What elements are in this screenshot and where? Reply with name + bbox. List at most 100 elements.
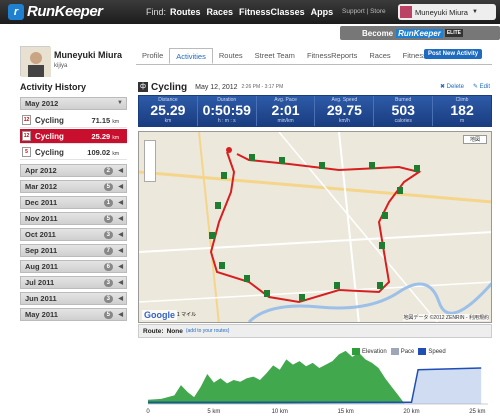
x-tick-label: 20 km xyxy=(403,409,419,415)
chart-legend: Elevation Pace Speed xyxy=(352,348,446,355)
activity-label: Cycling xyxy=(35,147,64,157)
stat-value: 25.29 xyxy=(150,102,186,118)
month-header-current[interactable]: May 2012 ▼ xyxy=(20,97,127,110)
legend-label: Pace xyxy=(400,348,415,355)
chevron-left-icon: ◀ xyxy=(118,280,123,286)
activity-distance: 71.15 km xyxy=(91,116,119,125)
profile-avatar[interactable] xyxy=(20,46,51,77)
person-photo xyxy=(21,47,51,77)
activity-history-title: Activity History xyxy=(20,82,87,92)
chevron-left-icon: ◀ xyxy=(118,200,123,206)
activity-stats-bar: Distance 25.29 km Duration 0:50:59 h : m : s… xyxy=(138,95,492,127)
activity-item-selected[interactable]: 12 Cycling 25.29 km xyxy=(20,129,127,144)
activity-date: May 12, 2012 xyxy=(195,83,238,91)
activity-header: ф Cycling May 12, 2012 2:26 PM - 3:17 PM… xyxy=(138,80,492,94)
legend-pace[interactable]: Pace xyxy=(390,348,415,355)
stat-value: 182 xyxy=(450,102,474,118)
activity-item[interactable]: 12 Cycling 71.15 km xyxy=(20,113,127,128)
tab-races[interactable]: Races xyxy=(363,48,396,64)
legend-swatch xyxy=(352,348,360,355)
month-label: Jul 2011 xyxy=(25,278,55,287)
profile-username: kijiya xyxy=(54,63,68,69)
calendar-icon: 12 xyxy=(22,115,31,125)
tab-profile[interactable]: Profile xyxy=(136,48,169,64)
nav-routes[interactable]: Routes xyxy=(170,7,201,17)
find-label: Find: xyxy=(146,7,167,17)
activity-count-badge: 3 xyxy=(103,231,113,239)
stat-avg-speed: Avg. Speed 29.75 km/h xyxy=(315,96,375,126)
stat-unit: km/h xyxy=(338,118,350,124)
stat-unit: km xyxy=(164,118,172,124)
add-route-link[interactable]: (add to your routes) xyxy=(186,328,230,334)
top-nav: Routes Races FitnessClasses Apps xyxy=(170,7,333,17)
month-label: Dec 2011 xyxy=(25,198,58,207)
month-header[interactable]: Dec 2011 1 ◀ xyxy=(20,196,127,209)
user-menu-button[interactable]: Muneyuki Miura ▼ xyxy=(398,4,496,20)
month-header[interactable]: Sep 2011 7 ◀ xyxy=(20,244,127,257)
month-header[interactable]: Mar 2012 5 ◀ xyxy=(20,180,127,193)
nav-races[interactable]: Races xyxy=(207,7,234,17)
become-elite-banner[interactable]: Become RunKeeper ELITE xyxy=(340,26,500,40)
activity-count-badge: 1 xyxy=(103,199,113,207)
tab-street-team[interactable]: Street Team xyxy=(249,48,301,64)
distance-unit: km xyxy=(112,150,119,157)
month-label: Nov 2011 xyxy=(25,214,58,223)
edit-button[interactable]: ✎ Edit xyxy=(473,83,490,90)
become-label: Become xyxy=(362,28,394,38)
month-header[interactable]: Jul 2011 3 ◀ xyxy=(20,276,127,289)
activity-item[interactable]: 5 Cycling 109.02 km xyxy=(20,145,127,160)
month-header[interactable]: Oct 2011 3 ◀ xyxy=(20,228,127,241)
month-label: Oct 2011 xyxy=(25,230,56,239)
nav-fitnessclasses[interactable]: FitnessClasses xyxy=(239,7,305,17)
legend-speed[interactable]: Speed xyxy=(418,348,446,355)
month-header[interactable]: May 2011 5 ◀ xyxy=(20,308,127,321)
activity-time: 2:26 PM - 3:17 PM xyxy=(241,84,284,90)
profile-name[interactable]: Muneyuki Miura xyxy=(54,50,122,60)
month-header[interactable]: Aug 2011 6 ◀ xyxy=(20,260,127,273)
month-header[interactable]: Nov 2011 5 ◀ xyxy=(20,212,127,225)
month-header[interactable]: Apr 2012 2 ◀ xyxy=(20,164,127,177)
chevron-left-icon: ◀ xyxy=(118,296,123,302)
activity-distance: 25.29 km xyxy=(91,132,119,141)
distance-value: 71.15 xyxy=(91,115,111,125)
nav-apps[interactable]: Apps xyxy=(311,7,334,17)
legend-elevation[interactable]: Elevation xyxy=(352,348,387,355)
legend-label: Speed xyxy=(428,348,446,355)
stat-duration: Duration 0:50:59 h : m : s xyxy=(198,96,257,126)
stat-value: 2:01 xyxy=(271,102,300,118)
activity-count-badge: 5 xyxy=(103,311,113,319)
tab-activities[interactable]: Activities xyxy=(169,48,213,64)
activity-count-badge: 2 xyxy=(103,167,113,175)
stat-value: 0:50:59 xyxy=(202,102,251,118)
legend-swatch xyxy=(418,348,427,355)
post-new-activity-button[interactable]: Post New Activity xyxy=(424,49,483,59)
chevron-left-icon: ◀ xyxy=(118,232,123,238)
month-label: Mar 2012 xyxy=(25,182,58,191)
stat-value: 503 xyxy=(391,102,415,118)
stat-climb: Climb 182 m xyxy=(433,96,491,126)
month-header[interactable]: Jun 2011 3 ◀ xyxy=(20,292,127,305)
month-label: May 2012 xyxy=(25,99,59,108)
activity-label: Cycling xyxy=(35,131,64,141)
map-type-select[interactable]: 地図 xyxy=(462,135,487,144)
runkeeper-logo[interactable]: r RunKeeper xyxy=(8,3,103,20)
support-store-links[interactable]: Support | Store xyxy=(342,8,386,15)
chevron-down-icon: ▼ xyxy=(117,100,123,106)
chevron-left-icon: ◀ xyxy=(118,312,123,318)
legend-label: Elevation xyxy=(362,348,387,355)
x-tick-label: 5 km xyxy=(207,409,220,415)
runkeeper-badge: RunKeeper xyxy=(396,28,443,38)
activity-title: Cycling xyxy=(151,81,188,93)
month-label: Sep 2011 xyxy=(25,246,58,255)
elite-tag: ELITE xyxy=(444,29,463,37)
chevron-left-icon: ◀ xyxy=(118,248,123,254)
tab-fitnessreports[interactable]: FitnessReports xyxy=(301,48,363,64)
top-bar: r RunKeeper Find: Routes Races FitnessCl… xyxy=(0,0,500,24)
tab-routes[interactable]: Routes xyxy=(213,48,249,64)
chevron-down-icon: ▼ xyxy=(471,9,478,15)
delete-button[interactable]: ✖ Delete xyxy=(440,83,464,90)
google-logo: Google xyxy=(142,310,177,320)
calendar-icon: 5 xyxy=(22,147,31,157)
route-map[interactable]: 地図 Google 1 マイル 地図データ ©2012 ZENRIN - 利用規… xyxy=(138,131,492,323)
zoom-control[interactable] xyxy=(144,140,156,182)
